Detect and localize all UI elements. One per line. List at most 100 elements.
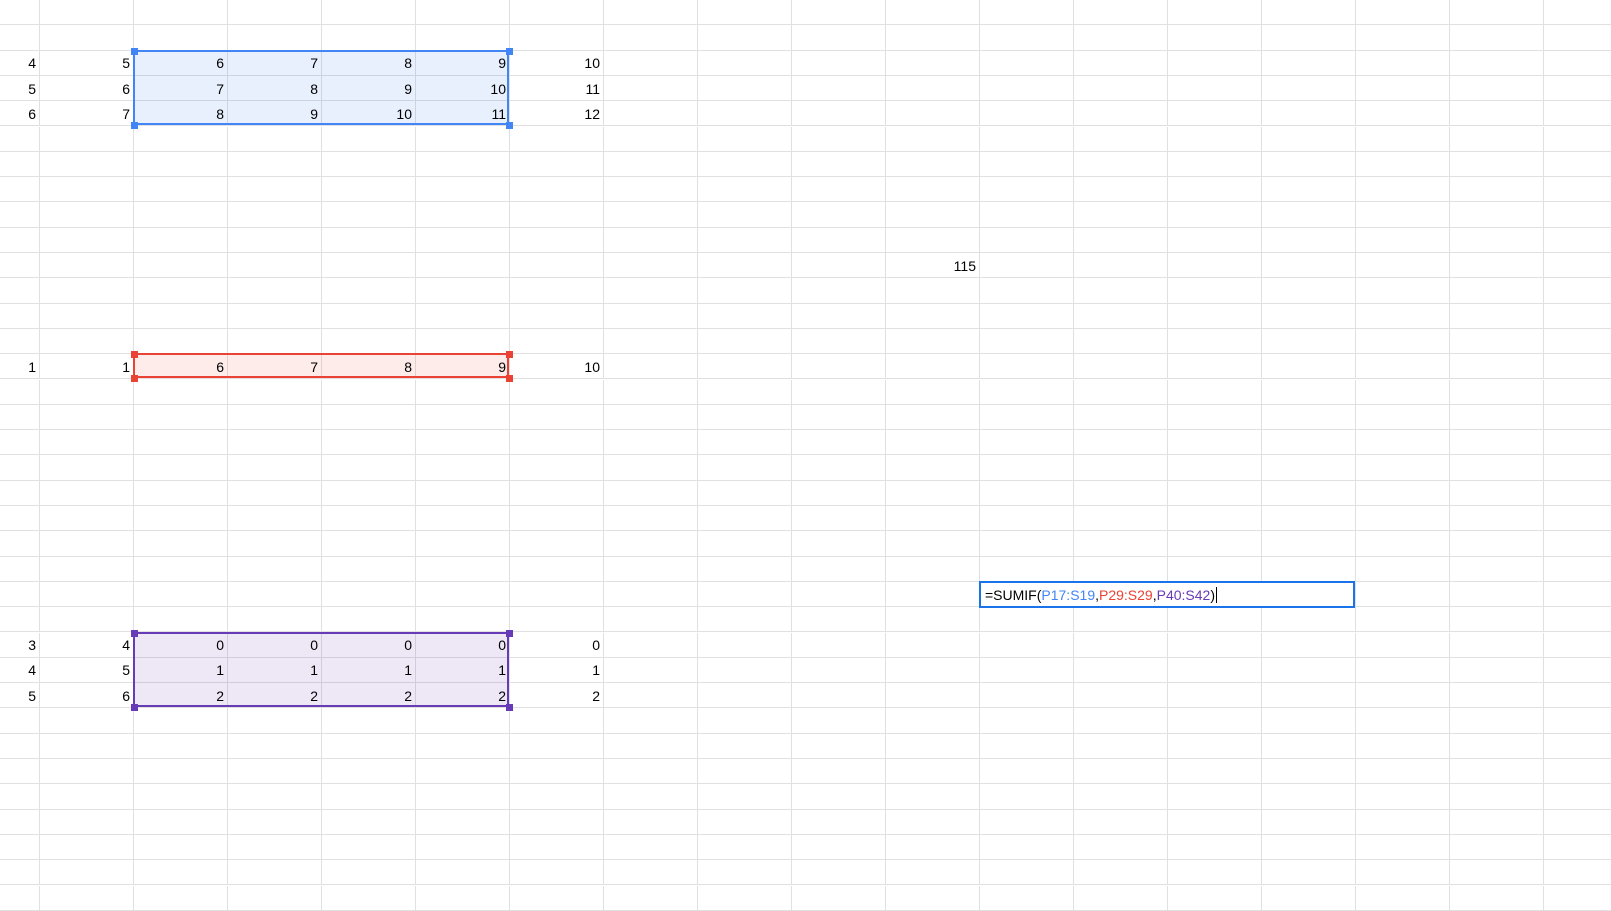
cell[interactable]	[886, 708, 980, 733]
cell[interactable]	[40, 127, 134, 152]
cell[interactable]	[1262, 455, 1356, 480]
cell[interactable]	[40, 886, 134, 911]
cell[interactable]	[604, 304, 698, 329]
cell[interactable]	[40, 835, 134, 860]
cell[interactable]	[792, 202, 886, 227]
cell[interactable]	[228, 784, 322, 809]
cell[interactable]	[510, 202, 604, 227]
cell[interactable]	[1168, 304, 1262, 329]
cell[interactable]	[604, 886, 698, 911]
cell-value[interactable]: 1	[0, 354, 40, 379]
cell[interactable]	[1544, 481, 1611, 506]
cell[interactable]	[1356, 152, 1450, 177]
cell-value[interactable]: 11	[510, 76, 604, 101]
cell[interactable]	[322, 202, 416, 227]
cell[interactable]	[698, 557, 792, 582]
cell[interactable]	[980, 506, 1074, 531]
cell[interactable]	[1074, 329, 1168, 354]
cell[interactable]	[322, 784, 416, 809]
cell[interactable]	[1544, 228, 1611, 253]
cell[interactable]	[510, 228, 604, 253]
cell[interactable]	[416, 810, 510, 835]
cell[interactable]	[322, 531, 416, 556]
cell[interactable]	[1262, 860, 1356, 885]
cell[interactable]	[1356, 506, 1450, 531]
cell[interactable]	[40, 202, 134, 227]
cell[interactable]	[1544, 253, 1611, 278]
cell[interactable]	[1168, 835, 1262, 860]
cell[interactable]	[0, 506, 40, 531]
cell[interactable]	[1168, 202, 1262, 227]
cell[interactable]	[1450, 430, 1544, 455]
cell[interactable]	[322, 405, 416, 430]
cell[interactable]	[1074, 886, 1168, 911]
cell[interactable]	[792, 633, 886, 658]
cell[interactable]	[510, 835, 604, 860]
cell[interactable]	[1450, 683, 1544, 708]
cell[interactable]	[510, 430, 604, 455]
cell[interactable]	[416, 784, 510, 809]
cell[interactable]	[792, 0, 886, 25]
cell[interactable]	[886, 835, 980, 860]
cell[interactable]	[1168, 633, 1262, 658]
cell[interactable]	[228, 380, 322, 405]
cell[interactable]	[0, 734, 40, 759]
cell[interactable]	[134, 177, 228, 202]
cell[interactable]	[792, 405, 886, 430]
cell[interactable]	[1074, 455, 1168, 480]
cell[interactable]	[886, 506, 980, 531]
cell[interactable]	[1074, 481, 1168, 506]
formula-input[interactable]: =SUMIF(P17:S19,P29:S29,P40:S42)	[979, 581, 1355, 608]
cell[interactable]	[1356, 734, 1450, 759]
cell[interactable]	[1168, 101, 1262, 126]
cell[interactable]	[40, 557, 134, 582]
cell[interactable]	[604, 658, 698, 683]
cell[interactable]	[698, 658, 792, 683]
cell[interactable]	[980, 202, 1074, 227]
cell[interactable]	[1544, 202, 1611, 227]
cell[interactable]	[1544, 329, 1611, 354]
cell[interactable]	[1544, 152, 1611, 177]
cell[interactable]	[1262, 658, 1356, 683]
cell[interactable]	[1544, 506, 1611, 531]
cell[interactable]	[228, 25, 322, 50]
cell[interactable]	[604, 557, 698, 582]
cell[interactable]	[322, 481, 416, 506]
cell[interactable]	[1262, 506, 1356, 531]
cell[interactable]	[1356, 810, 1450, 835]
cell[interactable]	[0, 228, 40, 253]
cell[interactable]	[1168, 860, 1262, 885]
cell[interactable]	[1168, 127, 1262, 152]
cell[interactable]	[416, 759, 510, 784]
cell[interactable]	[886, 228, 980, 253]
cell[interactable]	[1450, 51, 1544, 76]
cell[interactable]	[1450, 455, 1544, 480]
cell[interactable]	[980, 304, 1074, 329]
cell[interactable]	[604, 0, 698, 25]
cell[interactable]	[792, 278, 886, 303]
cell[interactable]	[1168, 658, 1262, 683]
cell[interactable]	[510, 582, 604, 607]
cell[interactable]	[134, 784, 228, 809]
cell[interactable]	[1544, 582, 1611, 607]
cell[interactable]	[1544, 177, 1611, 202]
cell[interactable]	[1450, 633, 1544, 658]
cell[interactable]	[980, 228, 1074, 253]
cell[interactable]	[134, 734, 228, 759]
cell-value[interactable]: 8	[322, 51, 416, 76]
cell[interactable]	[1168, 329, 1262, 354]
cell[interactable]	[322, 253, 416, 278]
cell[interactable]	[322, 228, 416, 253]
cell[interactable]	[1450, 810, 1544, 835]
cell[interactable]	[1168, 152, 1262, 177]
cell-value[interactable]: 9	[228, 101, 322, 126]
cell[interactable]	[604, 633, 698, 658]
cell[interactable]	[1074, 835, 1168, 860]
cell[interactable]	[322, 708, 416, 733]
cell[interactable]	[228, 860, 322, 885]
cell-value[interactable]: 0	[134, 633, 228, 658]
cell[interactable]	[40, 734, 134, 759]
cell-value[interactable]: 5	[40, 51, 134, 76]
cell[interactable]	[1356, 860, 1450, 885]
cell[interactable]	[980, 51, 1074, 76]
